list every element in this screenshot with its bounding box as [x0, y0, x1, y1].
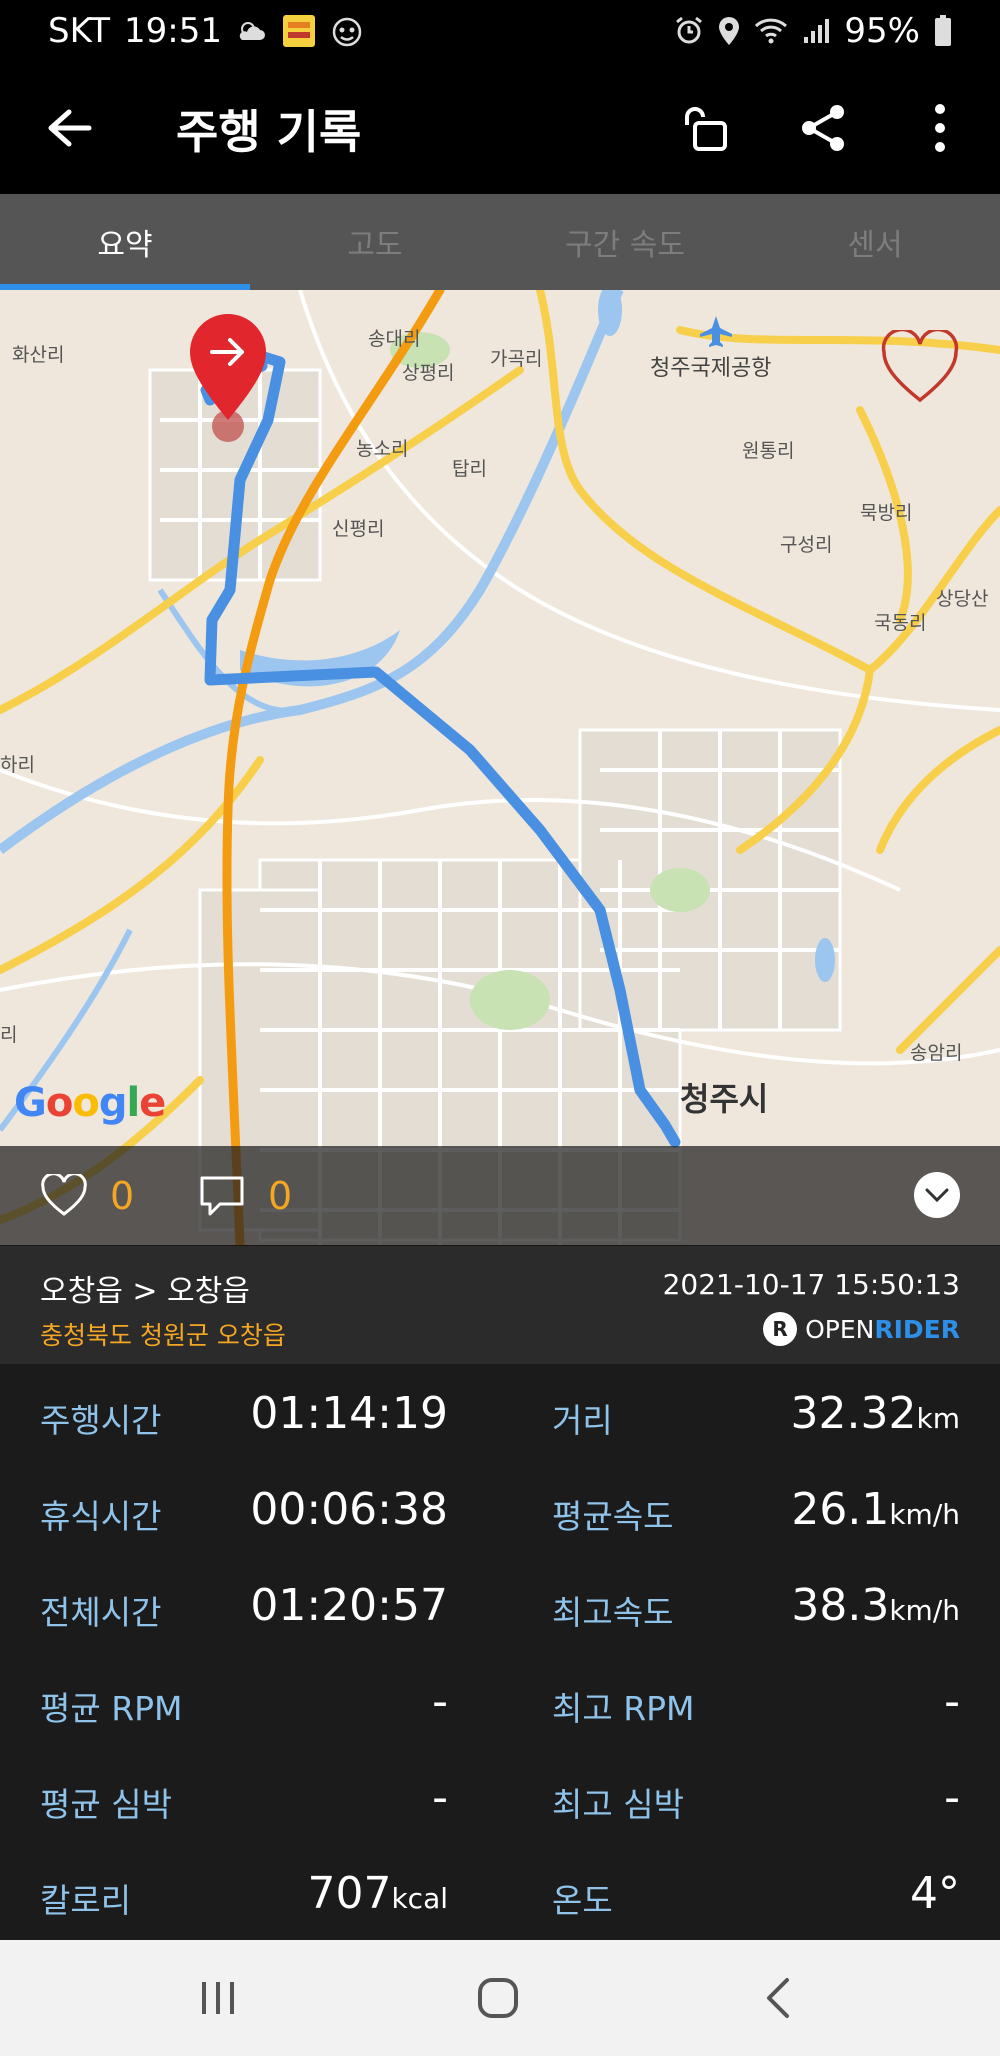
stat-value-max-heart-rate: - [944, 1772, 960, 1823]
home-icon [478, 1978, 518, 2018]
unlock-button[interactable] [676, 98, 736, 158]
like-heart-icon [41, 1174, 87, 1216]
map-label: 송대리 [368, 328, 421, 350]
map-label: 화산리 [12, 344, 65, 366]
social-bar: 0 0 [0, 1146, 1000, 1246]
brand-open: OPEN [805, 1314, 875, 1344]
page-title: 주행 기록 [176, 105, 362, 159]
tab-summary[interactable]: 요약 [0, 194, 250, 290]
comment-icon [200, 1176, 244, 1216]
stat-value-avg-heart-rate: - [432, 1772, 448, 1823]
app-bar: 주행 기록 [0, 62, 1000, 194]
nav-back-button[interactable] [748, 1970, 808, 2026]
unlock-icon [685, 107, 727, 151]
stat-label-rest-time: 휴식시간 [40, 1497, 162, 1536]
route-map[interactable]: 화산리 송대리 상평리 가곡리 청주국제공항 농소리 탑리 원통리 묵방리 구성… [0, 290, 1000, 1245]
ride-datetime: 2021-10-17 15:50:13 [662, 1268, 960, 1301]
stat-label-total-time: 전체시간 [40, 1593, 162, 1632]
stat-label-max-heart-rate: 최고 심박 [552, 1785, 684, 1824]
openrider-logo: R OPENRIDER [763, 1312, 960, 1346]
route-name: 오창읍 > 오창읍 [40, 1274, 250, 1309]
more-icon [935, 104, 945, 152]
map-label: 원통리 [742, 440, 795, 462]
stat-value-avg-rpm: - [432, 1676, 448, 1727]
google-attribution: Google [14, 1080, 166, 1126]
stat-value-temperature: 4° [910, 1868, 960, 1919]
ride-stats: 주행시간 01:14:19 거리 32.32km 휴식시간 00:06:38 평… [0, 1364, 1000, 1940]
battery-icon [934, 15, 952, 47]
chevron-down-icon [925, 1188, 949, 1203]
share-button[interactable] [794, 98, 854, 158]
status-left: SKT 19:51 [48, 11, 364, 51]
brand-rider: RIDER [874, 1314, 960, 1344]
map-label: 가곡리 [490, 348, 543, 370]
favorite-heart-icon[interactable] [880, 330, 960, 406]
openrider-r-icon: R [763, 1312, 798, 1346]
map-label: 상평리 [402, 362, 455, 384]
back-button[interactable] [40, 98, 100, 158]
tab-elevation[interactable]: 고도 [250, 194, 500, 290]
battery-percent: 95% [844, 11, 920, 51]
stat-label-avg-rpm: 평균 RPM [40, 1689, 183, 1728]
recent-apps-button[interactable] [188, 1970, 248, 2026]
carrier-label: SKT [48, 11, 111, 51]
like-button[interactable]: 0 [40, 1174, 134, 1218]
stat-value-rest-time: 00:06:38 [250, 1484, 448, 1535]
system-nav-bar [0, 1940, 1000, 2056]
app-notification-icon [282, 14, 316, 48]
more-button[interactable] [910, 98, 970, 158]
stat-value-distance: 32.32km [790, 1388, 960, 1439]
game-notification-icon [330, 14, 364, 48]
map-label: 송암리 [910, 1042, 963, 1064]
map-label: 국동리 [874, 612, 927, 634]
map-label: 농소리 [356, 438, 409, 460]
stat-label-temperature: 온도 [552, 1881, 613, 1920]
share-icon [802, 105, 844, 151]
tab-sensor[interactable]: 센서 [750, 194, 1000, 290]
map-label: 상당산 [936, 588, 989, 610]
city-label: 청주시 [680, 1080, 769, 1118]
home-button[interactable] [468, 1970, 528, 2026]
stat-label-max-rpm: 최고 RPM [552, 1689, 695, 1728]
stat-value-calories: 707kcal [307, 1868, 448, 1919]
route-info: 오창읍 > 오창읍 충청북도 청원군 오창읍 2021-10-17 15:50:… [0, 1246, 1000, 1364]
status-right: 95% [674, 11, 952, 51]
back-icon [48, 109, 92, 147]
back-nav-icon [767, 1978, 789, 2018]
stat-value-total-time: 01:20:57 [250, 1580, 448, 1631]
signal-icon [802, 17, 830, 45]
weather-cloudy-icon [236, 18, 268, 44]
map-label: 구성리 [780, 534, 833, 556]
stat-value-max-speed: 38.3km/h [791, 1580, 960, 1631]
alarm-icon [674, 16, 704, 46]
stat-label-avg-speed: 평균속도 [552, 1497, 674, 1536]
wifi-icon [754, 17, 788, 45]
stat-label-avg-heart-rate: 평균 심박 [40, 1785, 172, 1824]
comment-count: 0 [268, 1174, 293, 1218]
stat-label-distance: 거리 [552, 1401, 613, 1440]
map-label: 탑리 [452, 458, 487, 480]
stat-label-max-speed: 최고속도 [552, 1593, 674, 1632]
stat-label-ride-time: 주행시간 [40, 1401, 162, 1440]
recent-apps-icon [202, 1982, 234, 2014]
map-label: 하리 [0, 754, 35, 776]
map-label: 신평리 [332, 518, 385, 540]
map-label: 청주국제공항 [650, 356, 772, 381]
location-icon [718, 16, 740, 46]
clock-label: 19:51 [124, 11, 222, 51]
stat-value-ride-time: 01:14:19 [250, 1388, 448, 1439]
status-bar: SKT 19:51 95% [0, 0, 1000, 62]
stat-value-max-rpm: - [944, 1676, 960, 1727]
route-region: 충청북도 청원군 오창읍 [40, 1321, 286, 1350]
map-label: 묵방리 [860, 502, 913, 524]
expand-button[interactable] [914, 1172, 960, 1218]
map-label: 리 [0, 1024, 18, 1046]
tab-segment-speed[interactable]: 구간 속도 [500, 194, 750, 290]
stat-value-avg-speed: 26.1km/h [791, 1484, 960, 1535]
comment-button[interactable]: 0 [198, 1174, 292, 1218]
tab-bar: 요약 고도 구간 속도 센서 [0, 194, 1000, 290]
stat-label-calories: 칼로리 [40, 1881, 132, 1920]
like-count: 0 [110, 1174, 135, 1218]
